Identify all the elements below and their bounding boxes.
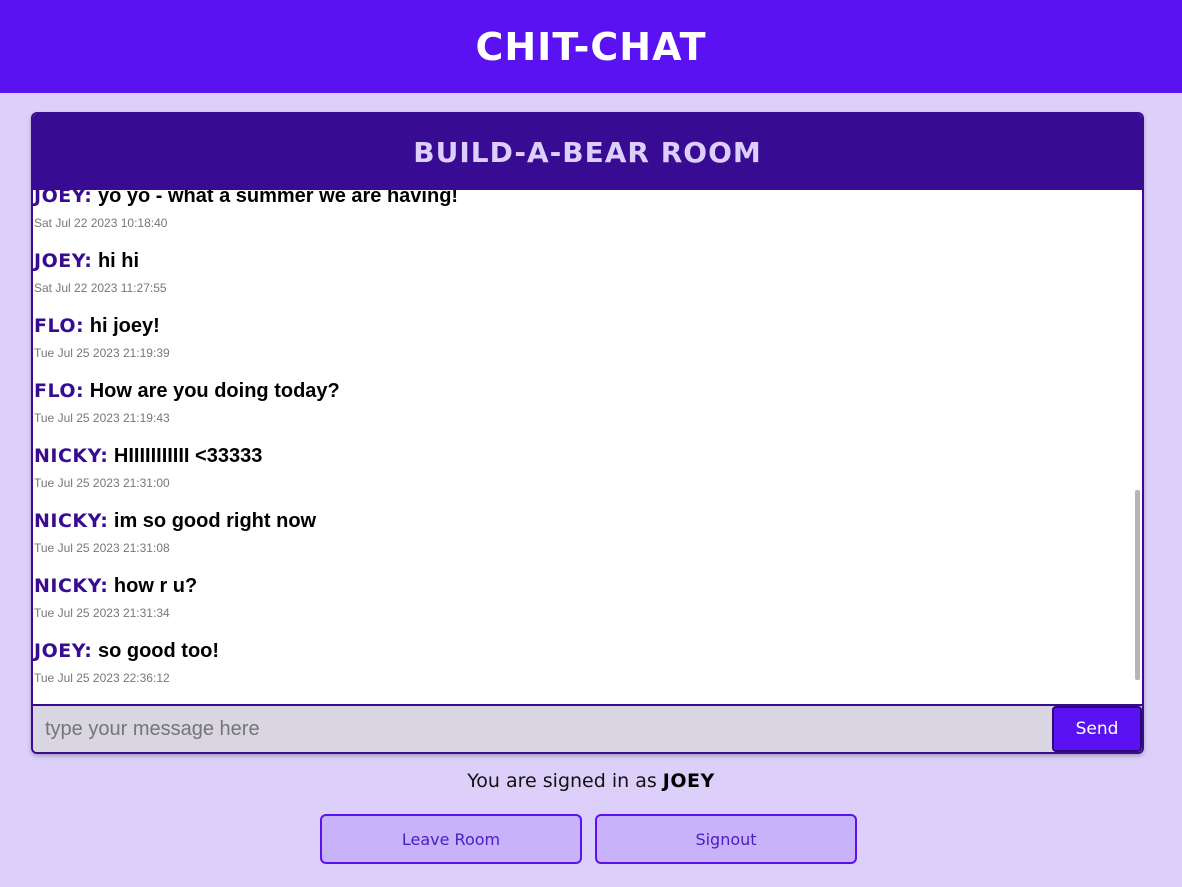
message-timestamp: Tue Jul 25 2023 21:31:08: [34, 541, 170, 555]
send-button[interactable]: Send: [1052, 706, 1142, 752]
room-title: BUILD-A-BEAR ROOM: [413, 135, 762, 169]
message-item: NICKY: how r u? Tue Jul 25 2023 21:31:34: [34, 574, 1134, 639]
message-text: yo yo - what a summer we are having!: [97, 190, 459, 207]
signed-in-prefix: You are signed in as: [467, 770, 657, 792]
message-timestamp: Sat Jul 22 2023 11:27:55: [34, 281, 167, 295]
message-username: NICKY:: [34, 510, 109, 532]
chat-room-panel: BUILD-A-BEAR ROOM JOEY: yo yo - what a s…: [31, 112, 1144, 754]
room-header: BUILD-A-BEAR ROOM: [33, 114, 1142, 190]
app-header: CHIT-CHAT: [0, 0, 1182, 93]
message-username: JOEY:: [34, 190, 93, 207]
message-timestamp: Sat Jul 22 2023 10:18:40: [34, 216, 168, 230]
message-username: NICKY:: [34, 445, 109, 467]
message-line: JOEY: yo yo - what a summer we are havin…: [34, 190, 1134, 208]
message-line: FLO: hi joey!: [34, 314, 1134, 338]
signed-in-status: You are signed in as JOEY: [0, 770, 1182, 792]
message-text: How are you doing today?: [89, 380, 340, 402]
message-text: hi hi: [97, 250, 140, 272]
message-timestamp: Tue Jul 25 2023 21:19:39: [34, 346, 170, 360]
leave-room-button[interactable]: Leave Room: [320, 814, 582, 864]
message-item: FLO: hi joey! Tue Jul 25 2023 21:19:39: [34, 314, 1134, 379]
message-username: FLO:: [34, 315, 85, 337]
message-text: how r u?: [113, 575, 198, 597]
message-item: NICKY: HIIIIIIIIIII <33333 Tue Jul 25 20…: [34, 444, 1134, 509]
message-text: hi joey!: [89, 315, 160, 337]
signout-button[interactable]: Signout: [595, 814, 857, 864]
message-text: HIIIIIIIIIII <33333: [113, 445, 263, 467]
message-item: JOEY: hi hi Sat Jul 22 2023 11:27:55: [34, 249, 1134, 314]
message-username: JOEY:: [34, 250, 93, 272]
message-timestamp: Tue Jul 25 2023 22:36:12: [34, 671, 170, 685]
message-username: FLO:: [34, 380, 85, 402]
message-timestamp: Tue Jul 25 2023 21:31:34: [34, 606, 170, 620]
message-line: JOEY: so good too!: [34, 639, 1134, 663]
app-title: CHIT-CHAT: [475, 24, 707, 69]
message-scrollbar[interactable]: [1134, 190, 1142, 704]
message-timestamp: Tue Jul 25 2023 21:31:00: [34, 476, 170, 490]
scrollbar-thumb[interactable]: [1135, 490, 1140, 680]
message-item: JOEY: yo yo - what a summer we are havin…: [34, 190, 1134, 249]
message-input[interactable]: [33, 706, 1052, 752]
message-line: NICKY: im so good right now: [34, 509, 1134, 533]
message-line: FLO: How are you doing today?: [34, 379, 1134, 403]
message-item: FLO: How are you doing today? Tue Jul 25…: [34, 379, 1134, 444]
message-list[interactable]: JOEY: yo yo - what a summer we are havin…: [33, 190, 1142, 704]
message-item: JOEY: so good too! Tue Jul 25 2023 22:36…: [34, 639, 1134, 704]
signed-in-username: JOEY: [662, 770, 715, 792]
message-item: NICKY: im so good right now Tue Jul 25 2…: [34, 509, 1134, 574]
message-text: im so good right now: [113, 510, 317, 532]
message-username: NICKY:: [34, 575, 109, 597]
message-username: JOEY:: [34, 640, 93, 662]
message-composer: Send: [33, 704, 1142, 752]
message-line: NICKY: HIIIIIIIIIII <33333: [34, 444, 1134, 468]
message-line: NICKY: how r u?: [34, 574, 1134, 598]
message-text: so good too!: [97, 640, 220, 662]
message-line: JOEY: hi hi: [34, 249, 1134, 273]
message-timestamp: Tue Jul 25 2023 21:19:43: [34, 411, 170, 425]
